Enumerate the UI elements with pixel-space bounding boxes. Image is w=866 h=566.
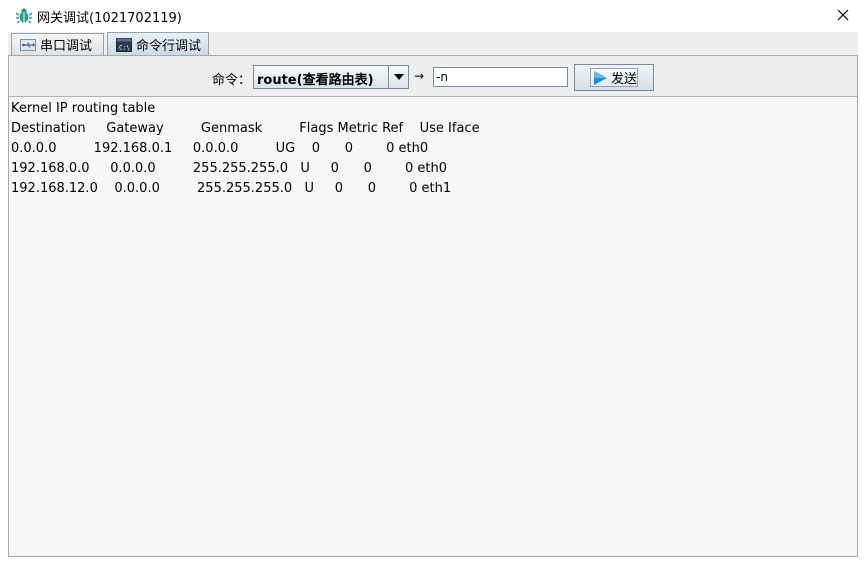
tab-label: 命令行调试 <box>136 39 202 54</box>
command-args-input[interactable] <box>433 67 568 87</box>
tab-serial-debug[interactable]: 串口调试 <box>11 33 104 55</box>
tab-label: 串口调试 <box>40 39 93 54</box>
title-bar: 网关调试(1021702119) <box>0 0 866 30</box>
terminal-icon: C:\ <box>116 37 132 52</box>
command-select[interactable]: route(查看路由表) <box>253 65 409 89</box>
bug-icon <box>15 7 33 24</box>
chevron-down-icon <box>393 74 404 80</box>
cmd-debug-panel: 命令： route(查看路由表) → 发送 Kernel IP routing … <box>8 55 858 557</box>
command-toolbar: 命令： route(查看路由表) → 发送 <box>9 56 857 96</box>
send-label: 发送 <box>611 72 638 87</box>
output-line: Destination Gateway Genmask Flags Metric… <box>11 121 480 136</box>
close-icon <box>837 9 849 21</box>
dropdown-arrow-button[interactable] <box>388 66 408 88</box>
command-selected-value: route(查看路由表) <box>257 73 374 88</box>
output-line: 192.168.0.0 0.0.0.0 255.255.255.0 U 0 0 … <box>11 161 447 176</box>
send-button[interactable]: 发送 <box>574 64 654 91</box>
tab-strip: 串口调试 C:\ 命令行调试 <box>8 32 858 56</box>
close-button[interactable] <box>820 0 866 30</box>
usb-icon <box>20 38 36 52</box>
arrow-right-icon: → <box>414 69 425 83</box>
command-label: 命令： <box>212 73 252 88</box>
tab-cmd-debug[interactable]: C:\ 命令行调试 <box>107 32 209 56</box>
output-line: Kernel IP routing table <box>11 101 156 116</box>
output-line: 192.168.12.0 0.0.0.0 255.255.255.0 U 0 0… <box>11 181 452 196</box>
play-icon <box>594 70 607 85</box>
send-button-face: 发送 <box>590 68 638 87</box>
output-console[interactable]: Kernel IP routing table Destination Gate… <box>9 96 857 556</box>
svg-text:C:\: C:\ <box>119 44 130 51</box>
output-line: 0.0.0.0 192.168.0.1 0.0.0.0 UG 0 0 0 eth… <box>11 141 429 156</box>
window-title: 网关调试(1021702119) <box>37 11 182 26</box>
